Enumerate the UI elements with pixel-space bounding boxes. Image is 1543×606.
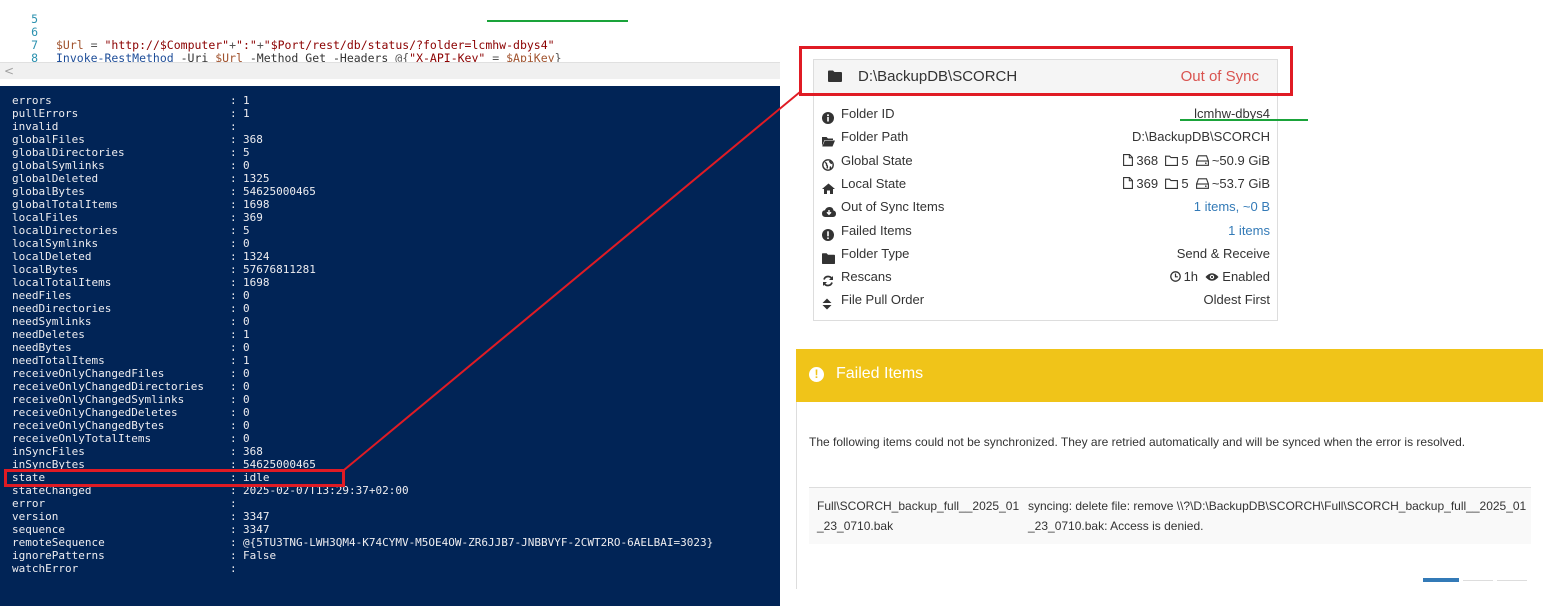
file-pull-order-value: Oldest First [1203,292,1270,308]
eye-icon [1205,273,1219,281]
info-icon [822,108,834,124]
folder-row-value: 368 5 ~50.9 GiB [1123,149,1270,172]
folder-row-label: Folder Path [841,129,909,145]
folder-row-value: Send & Receive [1177,242,1270,265]
page-2[interactable] [1463,580,1493,581]
folder-row-value: 1 items, ~0 B [1194,195,1270,218]
directory-count: 5 [1181,152,1189,168]
folder-open-icon [822,131,835,147]
folder-row-rescans: Rescans 1h Enabled [814,265,1277,288]
exclamation-circle-icon: ! [809,367,824,382]
file-icon [1123,176,1134,189]
folder-row-label: Folder Type [841,245,910,261]
red-highlight-folder-header [799,46,1293,96]
folder-row-failed-items[interactable]: Failed Items 1 items [814,219,1277,242]
sort-icon [822,294,834,310]
file-icon [1123,153,1134,166]
folder-row-label: Global State [841,152,913,168]
home-icon [822,178,835,194]
failed-items-dialog: ! Failed Items The following items could… [796,349,1543,589]
directory-icon [1165,178,1179,189]
folder-row-folder-type: Folder Type Send & Receive [814,242,1277,265]
folder-type-value: Send & Receive [1176,245,1270,261]
folder-row-label: Failed Items [841,222,912,238]
cloud-download-icon [822,201,836,218]
rescan-interval: 1h [1183,269,1199,285]
folder-path-value: D:\BackupDB\SCORCH [1132,129,1270,145]
watcher-status: Enabled [1222,269,1270,285]
failed-items-body: The following items could not be synchro… [796,402,1543,589]
hdd-icon [1195,178,1209,189]
folder-row-file-pull-order: File Pull Order Oldest First [814,288,1277,311]
folder-row-global-state: Global State 368 5 ~50.9 GiB [814,149,1277,172]
failed-items-header: ! Failed Items [796,349,1543,402]
page-1[interactable] [1423,578,1459,582]
folder-row-value: 1h Enabled [1169,265,1270,288]
folder-row-value: Oldest First [1204,288,1270,311]
folder-row-value: lcmhw-dbys4 [1194,102,1270,125]
folder-row-label: Out of Sync Items [841,199,945,215]
green-underline-folder-id [1180,119,1308,121]
directory-count: 5 [1181,175,1189,191]
out-of-sync-items-value[interactable]: 1 items, ~0 B [1194,199,1270,214]
size-value: ~53.7 GiB [1211,175,1270,191]
file-count: 368 [1136,152,1159,168]
failed-item-error: syncing: delete file: remove \\?\D:\Back… [1028,499,1527,533]
size-value: ~50.9 GiB [1211,152,1270,168]
folder-row-value: 369 5 ~53.7 GiB [1123,172,1270,195]
directory-icon [1165,155,1179,166]
folder-row-label: Folder ID [841,106,895,121]
pagination[interactable] [1423,578,1533,582]
folder-icon [822,248,835,264]
exclamation-circle-icon [822,225,834,241]
failed-items-table: Full\SCORCH_backup_full__2025_01_23_0710… [809,487,1531,544]
page-3[interactable] [1497,580,1527,581]
folder-row-local-state: Local State 369 5 ~53.7 GiB [814,172,1277,195]
file-count: 369 [1136,175,1159,191]
failed-items-title: Failed Items [836,365,924,382]
folder-row-label: Local State [841,175,907,191]
refresh-icon [822,271,834,287]
folder-row-folder-id: Folder ID lcmhw-dbys4 [814,102,1277,125]
folder-row-label: Rescans [841,269,892,285]
failed-items-value[interactable]: 1 items [1228,223,1270,238]
clock-icon [1169,271,1181,282]
folder-row-out-of-sync-items[interactable]: Out of Sync Items 1 items, ~0 B [814,195,1277,218]
folder-row-value: D:\BackupDB\SCORCH [1132,125,1270,148]
hdd-icon [1195,154,1209,166]
globe-icon [822,155,834,171]
folder-row-folder-path: Folder Path D:\BackupDB\SCORCH [814,125,1277,148]
failed-items-description: The following items could not be synchro… [809,435,1466,449]
failed-item-path: Full\SCORCH_backup_full__2025_01_23_0710… [817,499,1020,533]
folder-row-value: 1 items [1228,219,1270,242]
folder-row-label: File Pull Order [841,292,925,308]
folder-panel: D:\BackupDB\SCORCH Out of Sync Folder ID… [813,59,1278,321]
